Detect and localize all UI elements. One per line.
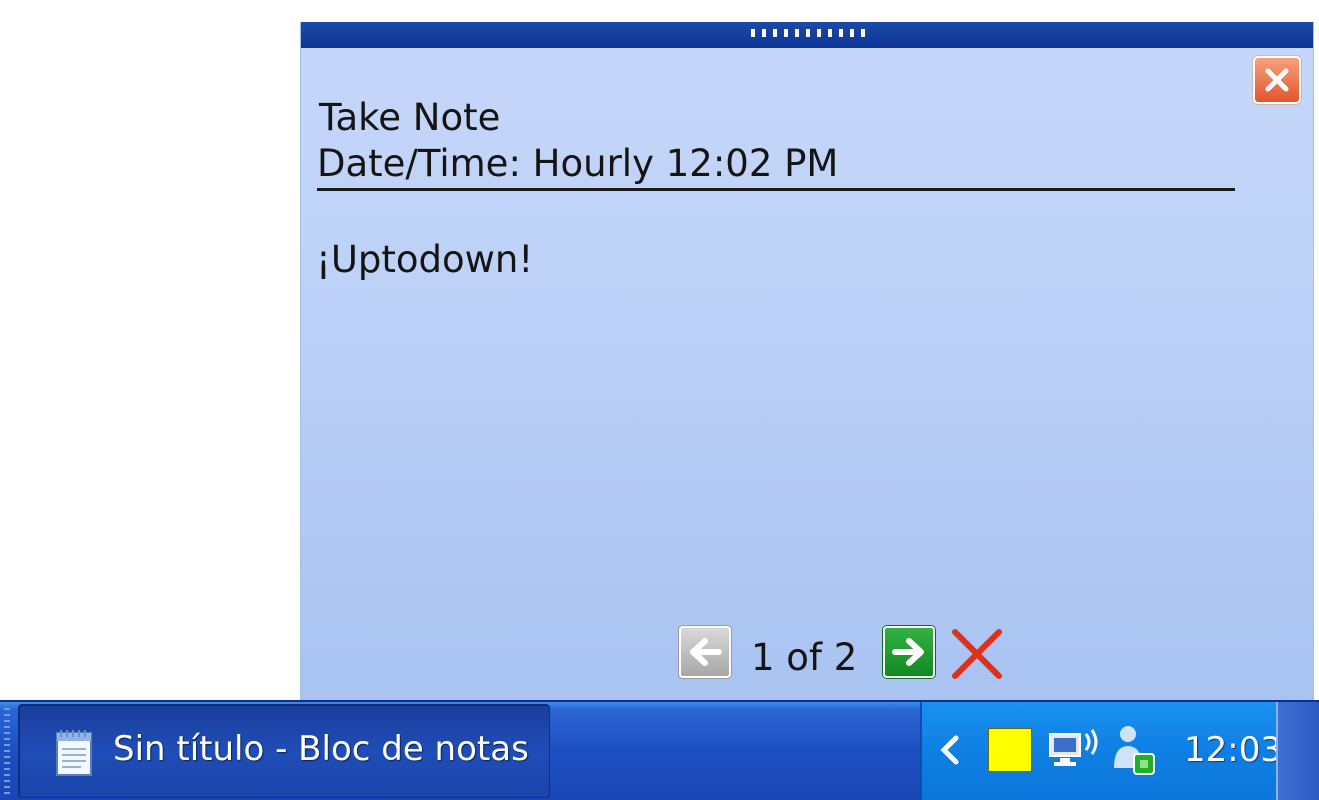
- reminder-popup: Take Note Date/Time: Hourly 12:02 PM ¡Up…: [300, 22, 1314, 700]
- note-body: ¡Uptodown!: [316, 238, 534, 281]
- arrow-right-icon: [892, 638, 924, 666]
- note-datetime: Date/Time: Hourly 12:02 PM: [317, 142, 839, 185]
- network-icon[interactable]: [1046, 724, 1102, 776]
- note-navigation: 1 of 2: [301, 622, 1313, 682]
- taskbar-scroll-button[interactable]: [1276, 702, 1319, 800]
- notes-tray-icon[interactable]: [988, 728, 1032, 772]
- notepad-icon: [56, 730, 92, 776]
- dismiss-note-button[interactable]: [949, 626, 1005, 682]
- system-tray: 12:03: [920, 702, 1282, 800]
- arrow-left-icon: [690, 638, 722, 666]
- messenger-icon[interactable]: [1110, 722, 1156, 778]
- close-button[interactable]: [1253, 56, 1301, 104]
- note-title: Take Note: [319, 96, 501, 139]
- red-x-icon: [952, 629, 1002, 679]
- close-icon: [1265, 68, 1289, 92]
- page-indicator: 1 of 2: [751, 636, 858, 679]
- divider: [317, 188, 1235, 191]
- previous-note-button[interactable]: [679, 626, 731, 678]
- tray-clock[interactable]: 12:03: [1184, 730, 1282, 770]
- popup-titlebar[interactable]: [301, 22, 1313, 48]
- taskbar-button-label: Sin título - Bloc de notas: [113, 729, 529, 769]
- taskbar: Sin título - Bloc de notas 12:03: [0, 700, 1319, 800]
- taskbar-button-notepad[interactable]: Sin título - Bloc de notas: [18, 704, 550, 798]
- drag-grip[interactable]: [751, 29, 869, 37]
- taskbar-grip: [4, 708, 10, 794]
- chevron-left-icon[interactable]: [936, 732, 966, 768]
- next-note-button[interactable]: [883, 626, 935, 678]
